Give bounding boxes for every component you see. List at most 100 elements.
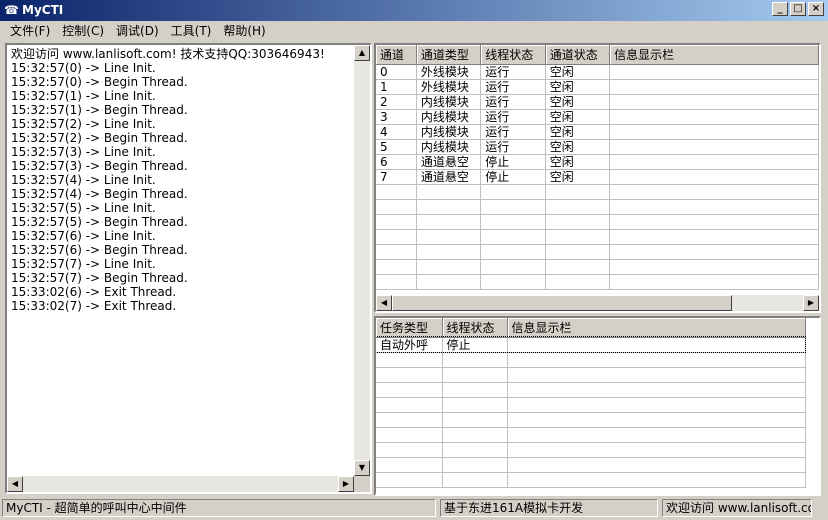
menu-debug[interactable]: 调试(D) bbox=[110, 21, 165, 41]
column-header[interactable]: 通道状态 bbox=[545, 45, 611, 65]
table-cell bbox=[442, 412, 508, 428]
table-cell bbox=[609, 199, 819, 215]
close-button[interactable]: × bbox=[808, 2, 824, 16]
table-row[interactable] bbox=[376, 274, 819, 290]
task-table: 任务类型 线程状态 信息显示栏 自动外呼 停止 bbox=[376, 318, 806, 488]
table-cell: 空闲 bbox=[545, 79, 611, 95]
table-cell bbox=[376, 259, 417, 275]
table-row[interactable] bbox=[376, 199, 819, 215]
table-row[interactable]: 4 内线模块 运行 空闲 bbox=[376, 124, 819, 140]
table-cell bbox=[376, 457, 443, 473]
table-cell: 内线模块 bbox=[416, 109, 482, 125]
scroll-thumb[interactable] bbox=[392, 295, 732, 311]
menu-help[interactable]: 帮助(H) bbox=[217, 21, 271, 41]
table-cell bbox=[609, 154, 819, 170]
menu-tools[interactable]: 工具(T) bbox=[165, 21, 218, 41]
log-lines: 欢迎访问 www.lanlisoft.com! 技术支持QQ:303646943… bbox=[11, 47, 356, 313]
main-window: ☎ MyCTI _ □ × 文件(F) 控制(C) 调试(D) 工具(T) 帮助… bbox=[0, 0, 828, 520]
table-cell bbox=[545, 259, 611, 275]
table-cell bbox=[609, 139, 819, 155]
table-cell bbox=[376, 184, 417, 200]
table-cell bbox=[507, 382, 806, 398]
column-header[interactable]: 任务类型 bbox=[376, 318, 443, 338]
log-panel[interactable]: 欢迎访问 www.lanlisoft.com! 技术支持QQ:303646943… bbox=[5, 43, 372, 494]
table-row[interactable]: 5 内线模块 运行 空闲 bbox=[376, 139, 819, 155]
column-header[interactable]: 通道 bbox=[376, 45, 417, 65]
table-row[interactable] bbox=[376, 367, 806, 383]
channel-table: 通道 通道类型 线程状态 通道状态 信息显示栏 0 外线模块 运行 空闲 1 外线模块 运行 空闲 2 内… bbox=[376, 45, 819, 290]
table-cell bbox=[545, 199, 611, 215]
task-table-panel[interactable]: 任务类型 线程状态 信息显示栏 自动外呼 停止 bbox=[374, 316, 821, 496]
table-cell bbox=[376, 244, 417, 260]
log-line: 15:32:57(0) -> Line Init. bbox=[11, 61, 156, 75]
table-cell bbox=[545, 274, 611, 290]
table-row[interactable] bbox=[376, 397, 806, 413]
table-row[interactable] bbox=[376, 427, 806, 443]
table-cell bbox=[416, 184, 482, 200]
table-cell: 停止 bbox=[480, 154, 546, 170]
table-cell: 3 bbox=[376, 109, 417, 125]
log-line: 15:32:57(2) -> Begin Thread. bbox=[11, 131, 188, 145]
table-row[interactable]: 7 通道悬空 停止 空闲 bbox=[376, 169, 819, 185]
table-row[interactable] bbox=[376, 472, 806, 488]
log-line: 15:32:57(5) -> Begin Thread. bbox=[11, 215, 188, 229]
scroll-up-button[interactable]: ▲ bbox=[354, 45, 370, 61]
log-line: 欢迎访问 www.lanlisoft.com! 技术支持QQ:303646943… bbox=[11, 47, 325, 61]
table-cell bbox=[507, 412, 806, 428]
table-cell bbox=[480, 184, 546, 200]
scroll-right-button[interactable]: ▶ bbox=[338, 476, 354, 492]
minimize-button[interactable]: _ bbox=[772, 2, 788, 16]
column-header[interactable]: 信息显示栏 bbox=[609, 45, 819, 65]
table-row[interactable] bbox=[376, 412, 806, 428]
table-cell bbox=[416, 244, 482, 260]
table-row[interactable]: 自动外呼 停止 bbox=[376, 336, 806, 353]
table-row[interactable]: 6 通道悬空 停止 空闲 bbox=[376, 154, 819, 170]
table-cell: 空闲 bbox=[545, 124, 611, 140]
table-cell bbox=[416, 274, 482, 290]
table-row[interactable] bbox=[376, 184, 819, 200]
maximize-button[interactable]: □ bbox=[790, 2, 806, 16]
log-line: 15:33:02(6) -> Exit Thread. bbox=[11, 285, 177, 299]
column-header[interactable]: 通道类型 bbox=[416, 45, 482, 65]
scroll-right-button[interactable]: ▶ bbox=[803, 295, 819, 311]
title-bar[interactable]: ☎ MyCTI _ □ × bbox=[0, 0, 828, 21]
table-cell: 空闲 bbox=[545, 94, 611, 110]
table-row[interactable]: 2 内线模块 运行 空闲 bbox=[376, 94, 819, 110]
table-row[interactable] bbox=[376, 382, 806, 398]
table-row[interactable]: 1 外线模块 运行 空闲 bbox=[376, 79, 819, 95]
table-row[interactable] bbox=[376, 259, 819, 275]
table-row[interactable] bbox=[376, 442, 806, 458]
table-cell bbox=[480, 229, 546, 245]
table-cell bbox=[442, 397, 508, 413]
channel-horizontal-scrollbar[interactable]: ◀ ▶ bbox=[376, 295, 819, 311]
scroll-left-button[interactable]: ◀ bbox=[7, 476, 23, 492]
table-cell: 内线模块 bbox=[416, 94, 482, 110]
table-row[interactable] bbox=[376, 214, 819, 230]
table-cell: 6 bbox=[376, 154, 417, 170]
log-line: 15:32:57(5) -> Line Init. bbox=[11, 201, 156, 215]
table-cell bbox=[376, 397, 443, 413]
table-row[interactable] bbox=[376, 244, 819, 260]
table-row[interactable] bbox=[376, 352, 806, 368]
scroll-down-button[interactable]: ▼ bbox=[354, 460, 370, 476]
channel-table-panel[interactable]: 通道 通道类型 线程状态 通道状态 信息显示栏 0 外线模块 运行 空闲 1 外线模块 运行 空闲 2 内… bbox=[374, 43, 821, 313]
log-line: 15:32:57(7) -> Line Init. bbox=[11, 257, 156, 271]
menu-control[interactable]: 控制(C) bbox=[56, 21, 110, 41]
log-vertical-scrollbar[interactable]: ▲ ▼ bbox=[354, 45, 370, 476]
table-row[interactable]: 0 外线模块 运行 空闲 bbox=[376, 64, 819, 80]
table-cell bbox=[442, 352, 508, 368]
log-horizontal-scrollbar[interactable]: ◀ ▶ bbox=[7, 476, 354, 492]
column-header[interactable]: 线程状态 bbox=[442, 318, 508, 338]
table-cell bbox=[609, 94, 819, 110]
menu-file[interactable]: 文件(F) bbox=[4, 21, 56, 41]
table-row[interactable] bbox=[376, 229, 819, 245]
table-cell bbox=[507, 427, 806, 443]
table-row[interactable]: 3 内线模块 运行 空闲 bbox=[376, 109, 819, 125]
table-cell: 内线模块 bbox=[416, 124, 482, 140]
table-cell: 停止 bbox=[442, 337, 508, 353]
table-cell bbox=[609, 124, 819, 140]
table-row[interactable] bbox=[376, 457, 806, 473]
column-header[interactable]: 信息显示栏 bbox=[507, 318, 806, 338]
column-header[interactable]: 线程状态 bbox=[480, 45, 546, 65]
scroll-left-button[interactable]: ◀ bbox=[376, 295, 392, 311]
